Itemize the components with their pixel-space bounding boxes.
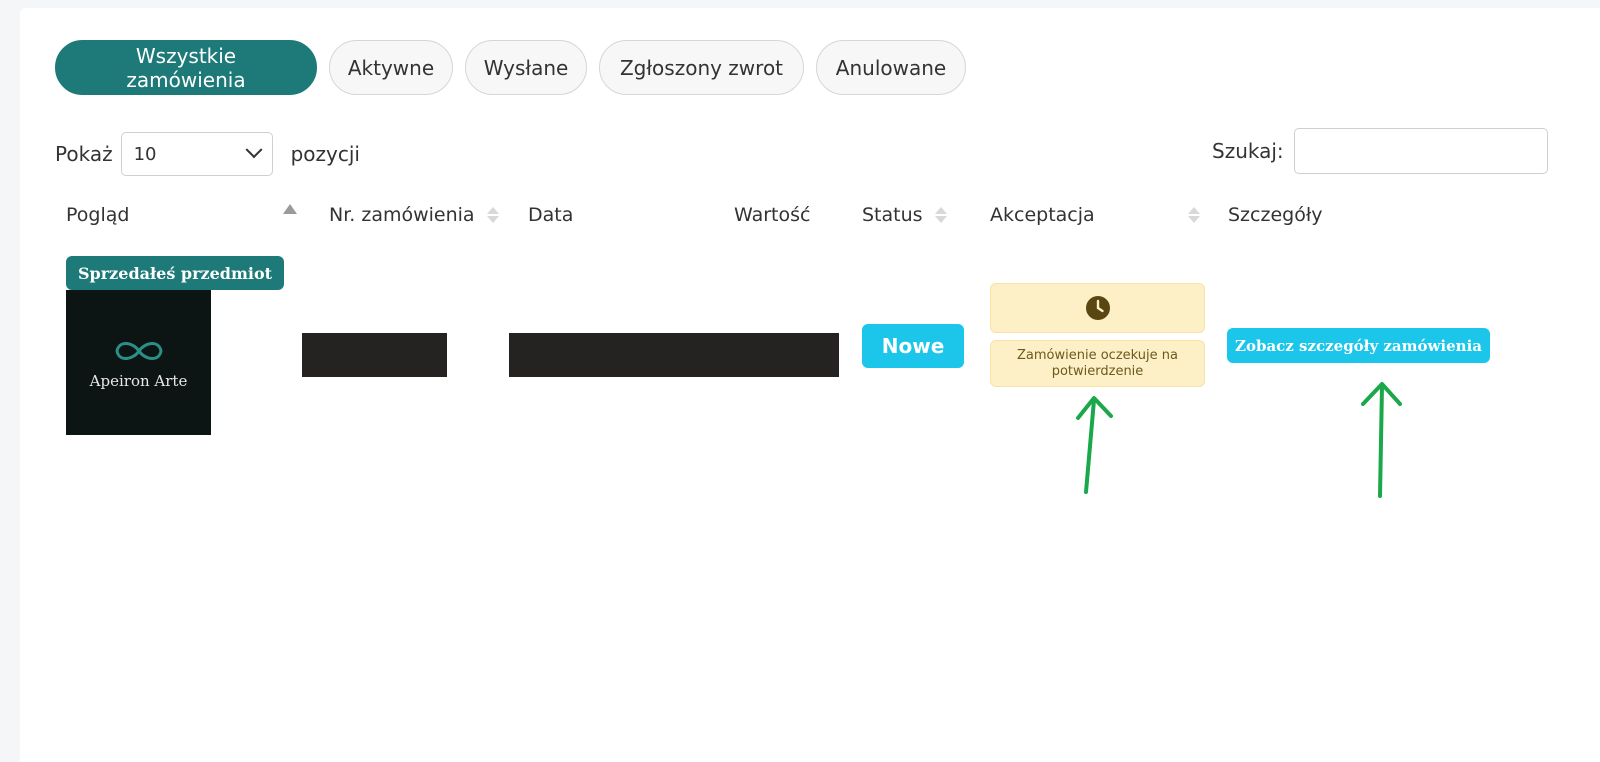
page-length-select[interactable]: 10	[120, 132, 273, 176]
arrow-up-icon	[1361, 382, 1402, 498]
acceptance-status-text: Zamówienie oczekuje na potwierdzenie	[990, 340, 1205, 387]
column-header-date[interactable]: Data	[528, 204, 573, 226]
order-filter-tabs: Wszystkie zamówienia Aktywne Wysłane Zgł…	[55, 40, 966, 95]
column-label: Status	[862, 204, 923, 226]
page-length-suffix: pozycji	[290, 142, 360, 166]
sold-item-badge: Sprzedałeś przedmiot	[66, 256, 285, 290]
infinity-icon	[114, 341, 163, 360]
tab-active[interactable]: Aktywne	[329, 40, 453, 95]
tab-return-requested[interactable]: Zgłoszony zwrot	[599, 40, 804, 95]
column-header-status[interactable]: Status	[862, 204, 947, 226]
column-header-order-number[interactable]: Nr. zamówienia	[329, 204, 499, 226]
brand-name: Apeiron Arte	[89, 371, 188, 390]
column-label: Data	[528, 204, 574, 226]
sort-ascending-icon	[283, 204, 297, 214]
page-length-value: 10	[133, 143, 157, 165]
sort-icon	[486, 207, 499, 223]
chevron-down-icon	[245, 141, 263, 159]
clock-icon	[1085, 296, 1110, 320]
sort-icon	[934, 207, 947, 223]
redacted-order-number	[302, 333, 447, 377]
column-header-acceptance[interactable]: Akceptacja	[990, 204, 1200, 226]
page-length-control: Pokaż 10 pozycji	[55, 132, 360, 176]
search-input[interactable]	[1293, 128, 1548, 174]
status-badge: Nowe	[862, 324, 964, 368]
column-label: Akceptacja	[990, 204, 1095, 226]
page-length-prefix: Pokaż	[55, 142, 113, 166]
column-label: Pogląd	[66, 204, 130, 226]
column-header-value[interactable]: Wartość	[734, 204, 810, 226]
product-thumbnail[interactable]: Apeiron Arte	[66, 290, 211, 435]
search-control: Szukaj:	[1212, 128, 1548, 174]
tab-all-orders[interactable]: Wszystkie zamówienia	[55, 40, 317, 95]
sort-icon	[1188, 207, 1200, 223]
column-header-preview[interactable]: Pogląd	[66, 204, 129, 226]
column-header-details[interactable]: Szczegóły	[1228, 204, 1322, 226]
redacted-date-value	[509, 333, 839, 377]
view-order-details-button[interactable]: Zobacz szczegóły zamówienia	[1227, 328, 1490, 363]
column-label: Wartość	[734, 204, 811, 226]
column-label: Szczegóły	[1228, 204, 1323, 226]
arrow-up-icon	[1076, 396, 1113, 494]
search-label: Szukaj:	[1212, 139, 1284, 163]
tab-cancelled[interactable]: Anulowane	[816, 40, 966, 95]
acceptance-pending-box	[990, 283, 1205, 333]
tab-shipped[interactable]: Wysłane	[465, 40, 587, 95]
column-label: Nr. zamówienia	[329, 204, 475, 226]
